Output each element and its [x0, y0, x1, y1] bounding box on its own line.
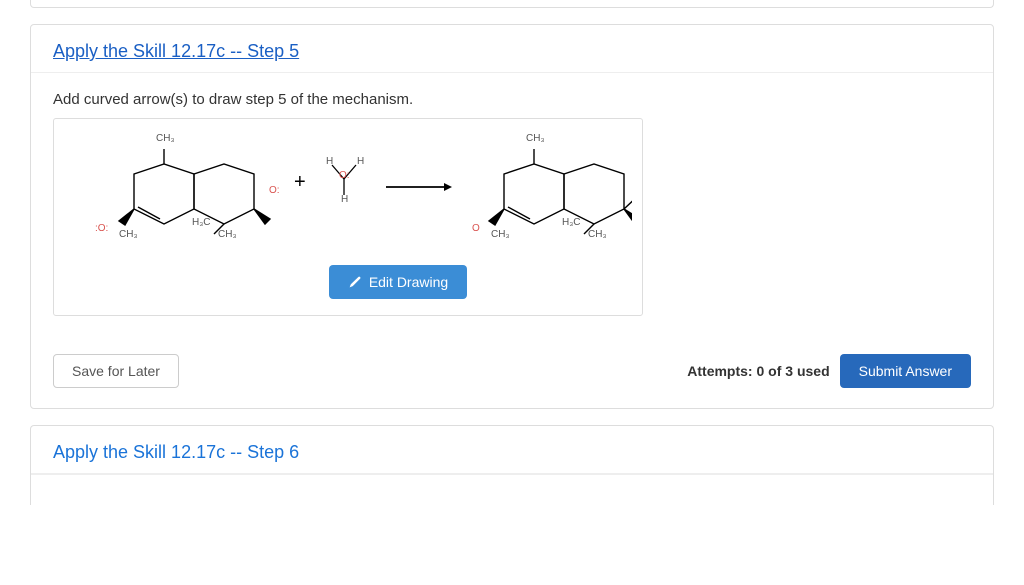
edit-drawing-label: Edit Drawing [369, 274, 448, 290]
h-label: H [341, 194, 348, 205]
o-label: :O: [95, 223, 108, 234]
step-6-panel: Apply the Skill 12.17c -- Step 6 [30, 425, 994, 505]
plus-symbol: + [294, 171, 306, 194]
ch3-label: CH₃ [218, 229, 237, 240]
ch3-label: CH₃ [119, 229, 138, 240]
h-label: H [326, 156, 333, 167]
step-6-title-link[interactable]: Apply the Skill 12.17c -- Step 6 [53, 442, 299, 462]
pencil-icon [348, 276, 361, 289]
right-structure [464, 139, 632, 249]
edit-drawing-button[interactable]: Edit Drawing [329, 265, 467, 299]
o-label: O: [339, 170, 350, 181]
drawing-area[interactable]: CH₃ :O: CH₃ H₃C CH₃ O: + H H O: [64, 129, 632, 259]
ch3-label: CH₃ [588, 229, 607, 240]
o-label: O: [269, 185, 280, 196]
step-5-header: Apply the Skill 12.17c -- Step 5 [31, 25, 993, 73]
step-6-header: Apply the Skill 12.17c -- Step 6 [31, 426, 993, 474]
submit-answer-button[interactable]: Submit Answer [840, 354, 971, 388]
ch3-label: CH₃ [156, 133, 175, 144]
save-for-later-button[interactable]: Save for Later [53, 354, 179, 388]
hydronium-structure [314, 149, 374, 219]
o-label: O [472, 223, 480, 234]
step-5-body: Add curved arrow(s) to draw step 5 of th… [31, 73, 993, 408]
h-label: H [357, 156, 364, 167]
h3c-label: H₃C [562, 217, 581, 228]
action-bar: Save for Later Attempts: 0 of 3 used Sub… [53, 354, 971, 388]
h3c-label: H₃C [192, 217, 211, 228]
instruction-text: Add curved arrow(s) to draw step 5 of th… [53, 91, 971, 108]
step-6-body-edge [31, 474, 993, 505]
step-5-panel: Apply the Skill 12.17c -- Step 5 Add cur… [30, 24, 994, 409]
previous-panel-edge [30, 0, 994, 8]
drawing-card: CH₃ :O: CH₃ H₃C CH₃ O: + H H O: [53, 118, 643, 316]
ch3-label: CH₃ [491, 229, 510, 240]
step-5-title-link[interactable]: Apply the Skill 12.17c -- Step 5 [53, 41, 299, 61]
right-actions: Attempts: 0 of 3 used Submit Answer [687, 354, 971, 388]
reaction-arrow [384, 177, 454, 197]
ch3-label: CH₃ [526, 133, 545, 144]
edit-row: Edit Drawing [64, 265, 632, 299]
attempts-text: Attempts: 0 of 3 used [687, 363, 829, 379]
